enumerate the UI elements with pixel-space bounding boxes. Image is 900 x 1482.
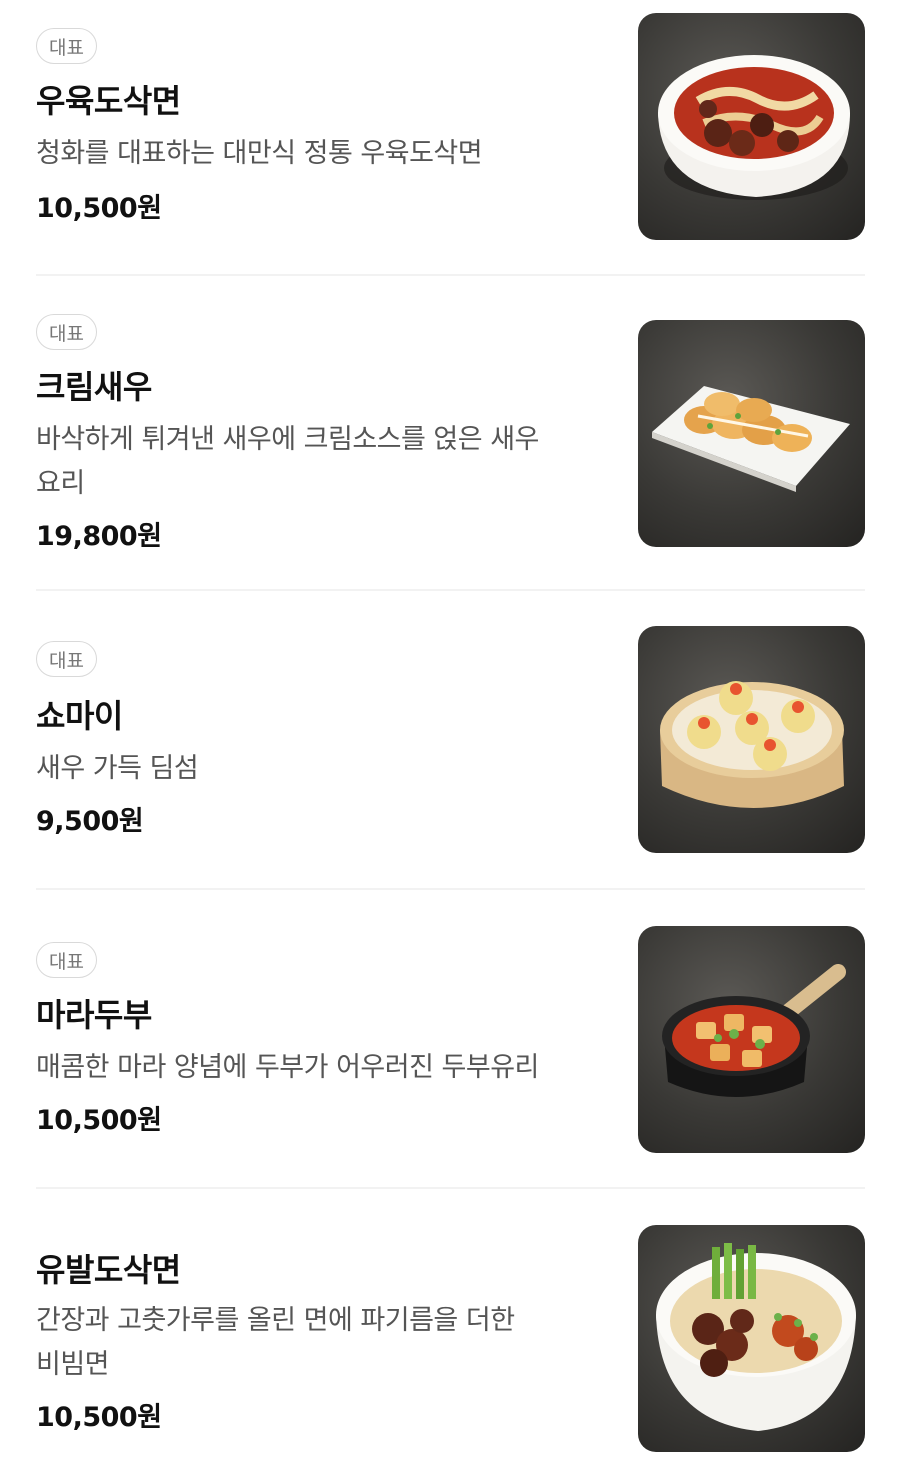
description-line: 요리 [36, 468, 85, 499]
menu-list: 대표 우육도삭면 청화를 대표하는 대만식 정통 우육도삭면 10,500원 대… [0, 0, 900, 1482]
menu-item-description: 새우 가득 딤섬 [36, 747, 199, 791]
beef-noodle-soup-photo[interactable] [638, 13, 865, 240]
menu-item-description: 매콤한 마라 양념에 두부가 어우러진 두부유리 [36, 1046, 539, 1090]
divider [36, 888, 865, 890]
menu-item[interactable]: 대표 크림새우 바삭하게 튀겨낸 새우에 크림소스를 얹은 새우 요리 19,8… [36, 290, 865, 586]
menu-item-name: 크림새우 [36, 368, 152, 406]
description-line: 바삭하게 튀겨낸 새우에 크림소스를 얹은 새우 [36, 424, 539, 455]
shumai-dimsum-photo[interactable] [638, 626, 865, 853]
signature-badge: 대표 [36, 641, 97, 677]
description-line: 청화를 대표하는 대만식 정통 우육도삭면 [36, 138, 483, 169]
description-line: 매콤한 마라 양념에 두부가 어우러진 두부유리 [36, 1052, 539, 1083]
description-line: 비빔면 [36, 1349, 110, 1380]
menu-item-name: 마라두부 [36, 996, 152, 1034]
menu-item-price: 9,500원 [36, 806, 144, 837]
menu-item-price: 10,500원 [36, 1402, 162, 1433]
menu-item-price: 19,800원 [36, 521, 162, 552]
menu-item-description: 바삭하게 튀겨낸 새우에 크림소스를 얹은 새우 요리 [36, 418, 539, 506]
menu-item[interactable]: 대표 마라두부 매콤한 마라 양념에 두부가 어우러진 두부유리 10,500원 [36, 904, 865, 1184]
description-line: 새우 가득 딤섬 [36, 753, 199, 784]
oil-splash-noodle-photo[interactable] [638, 1225, 865, 1452]
divider [36, 1187, 865, 1189]
menu-item-name: 우육도삭면 [36, 82, 181, 120]
signature-badge: 대표 [36, 28, 97, 64]
divider [36, 589, 865, 591]
menu-item[interactable]: 유발도삭면 간장과 고춧가루를 올린 면에 파기름을 더한 비빔면 10,500… [36, 1203, 865, 1482]
signature-badge: 대표 [36, 314, 97, 350]
mala-tofu-photo[interactable] [638, 926, 865, 1153]
menu-item-name: 쇼마이 [36, 697, 123, 735]
menu-item-description: 청화를 대표하는 대만식 정통 우육도삭면 [36, 132, 483, 176]
menu-item-name: 유발도삭면 [36, 1251, 181, 1289]
description-line: 간장과 고춧가루를 올린 면에 파기름을 더한 [36, 1305, 515, 1336]
menu-item[interactable]: 대표 쇼마이 새우 가득 딤섬 9,500원 [36, 605, 865, 885]
menu-item[interactable]: 대표 우육도삭면 청화를 대표하는 대만식 정통 우육도삭면 10,500원 [36, 0, 865, 270]
cream-shrimp-photo[interactable] [638, 320, 865, 547]
menu-item-price: 10,500원 [36, 193, 162, 224]
menu-item-description: 간장과 고춧가루를 올린 면에 파기름을 더한 비빔면 [36, 1299, 515, 1387]
divider [36, 274, 865, 276]
menu-item-price: 10,500원 [36, 1105, 162, 1136]
signature-badge: 대표 [36, 942, 97, 978]
